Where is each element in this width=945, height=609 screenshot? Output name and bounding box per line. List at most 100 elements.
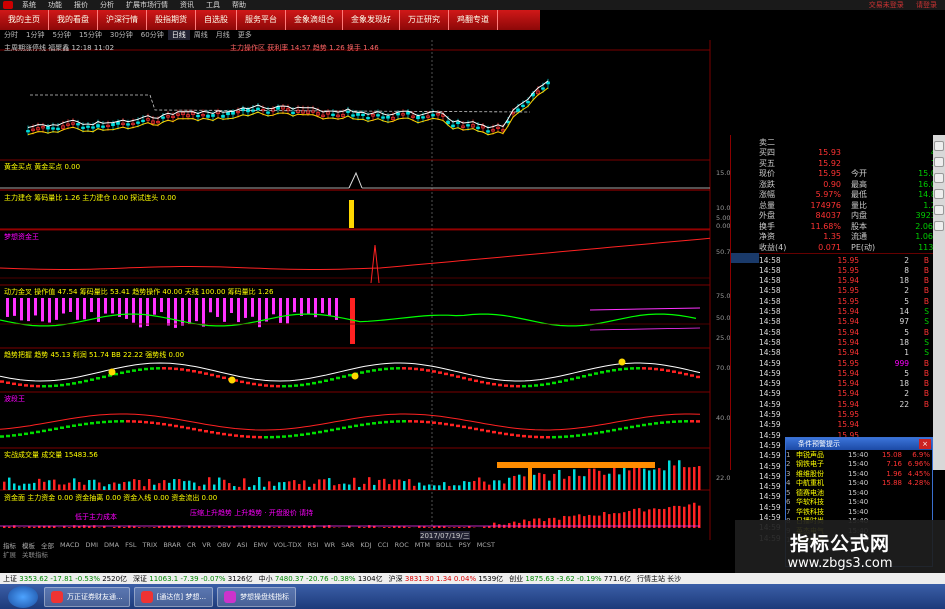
- indicator-tab[interactable]: ASI: [234, 541, 251, 549]
- tick-cell: 18: [899, 337, 909, 347]
- menu-ext-market[interactable]: 扩展市场行情: [120, 0, 174, 10]
- momentum-bar: [167, 298, 170, 326]
- index-quote[interactable]: 深证 11063.1 -7.39 -0.07% 3126亿: [130, 574, 256, 584]
- indicator-tab[interactable]: MTM: [412, 541, 433, 549]
- tick-cell: 18: [899, 379, 909, 389]
- toolbar-button-icon[interactable]: [934, 141, 944, 151]
- indicator-tab[interactable]: VOL-TDX: [271, 541, 305, 549]
- volume-bar: [13, 483, 16, 490]
- menu-system[interactable]: 系统: [16, 0, 42, 10]
- toolbar-button-icon[interactable]: [934, 157, 944, 167]
- index-quote[interactable]: 创业 1875.63 -3.62 -0.19% 771.6亿: [506, 574, 634, 584]
- indicator-tab[interactable]: BOLL: [433, 541, 456, 549]
- candle-body: [101, 125, 105, 128]
- band-step: [84, 422, 88, 426]
- indicator-tab[interactable]: CCI: [375, 541, 392, 549]
- toolbar-button-icon[interactable]: [934, 189, 944, 199]
- band-step: [180, 425, 184, 429]
- tab-market[interactable]: 沪深行情: [98, 10, 147, 30]
- tab-futures[interactable]: 股指期货: [147, 10, 196, 30]
- indicator-tab[interactable]: KDJ: [357, 541, 374, 549]
- indicator-tab[interactable]: WR: [321, 541, 338, 549]
- trend-step: [468, 378, 472, 381]
- indicator-tab[interactable]: VR: [199, 541, 214, 549]
- menu-help[interactable]: 帮助: [226, 0, 252, 10]
- trend-step: [66, 383, 70, 386]
- indicator-tab[interactable]: OBV: [214, 541, 234, 549]
- period-5m[interactable]: 5分钟: [48, 30, 74, 40]
- start-button-icon[interactable]: [8, 585, 38, 608]
- tab-discover[interactable]: 金象发现好: [343, 10, 400, 30]
- extension-tab[interactable]: 扩展: [0, 549, 19, 559]
- menu-tools[interactable]: 工具: [200, 0, 226, 10]
- band-step: [684, 420, 688, 423]
- trend-step: [12, 382, 16, 386]
- taskbar-item[interactable]: 梦想操盘线指标: [217, 586, 297, 607]
- quote-cell: 股本: [851, 221, 867, 231]
- tab-portfolio[interactable]: 金象滴组合: [286, 10, 343, 30]
- popup-row[interactable]: 2 钢铁电子 15:40 7.16 6.96%: [786, 460, 932, 470]
- period-15m[interactable]: 15分钟: [75, 30, 106, 40]
- index-field: 1539亿: [478, 574, 504, 583]
- popup-row[interactable]: 7 华铁科技 15:40: [786, 507, 932, 517]
- indicator-tab[interactable]: DMA: [101, 541, 122, 549]
- indicator-tab[interactable]: MACD: [57, 541, 82, 549]
- period-30m[interactable]: 30分钟: [106, 30, 137, 40]
- taskbar-item[interactable]: [通达信] 梦想...: [133, 586, 214, 607]
- period-more[interactable]: 更多: [234, 30, 256, 40]
- indicator-tab[interactable]: ROC: [392, 541, 412, 549]
- period-month[interactable]: 月线: [212, 30, 234, 40]
- indicator-tab[interactable]: RSI: [305, 541, 322, 549]
- momentum-line: [589, 307, 701, 311]
- toolbar-button-icon[interactable]: [934, 221, 944, 231]
- close-icon[interactable]: ×: [919, 439, 931, 449]
- popup-row[interactable]: 6 华软科技 15:40: [786, 498, 932, 508]
- tab-special[interactable]: 鸡翻专道: [449, 10, 498, 30]
- toolbar-button-icon[interactable]: [934, 205, 944, 215]
- tab-research[interactable]: 万正研究: [400, 10, 449, 30]
- toolbar-button-icon[interactable]: [934, 173, 944, 183]
- flow-bar: [648, 509, 651, 528]
- menu-info[interactable]: 资讯: [174, 0, 200, 10]
- tab-home[interactable]: 我的主页: [0, 10, 49, 30]
- taskbar-item[interactable]: 万正证券财友通...: [44, 586, 130, 607]
- popup-titlebar[interactable]: 条件预警提示 ×: [786, 438, 932, 450]
- momentum-bar: [251, 298, 254, 317]
- indicator-tab[interactable]: SAR: [338, 541, 357, 549]
- indicator-tab[interactable]: BRAR: [160, 541, 184, 549]
- indicator-tab[interactable]: MCST: [474, 541, 498, 549]
- indicator-tab[interactable]: TRIX: [139, 541, 160, 549]
- indicator-tab[interactable]: FSL: [122, 541, 139, 549]
- popup-row[interactable]: 4 中航重机 15:40 15.88 4.28%: [786, 479, 932, 489]
- index-quote[interactable]: 上证 3353.62 -17.81 -0.53% 2520亿: [0, 574, 130, 584]
- extension-tab[interactable]: 关联指标: [19, 549, 51, 559]
- menu-quote[interactable]: 报价: [68, 0, 94, 10]
- band-step: [348, 425, 352, 429]
- popup-row[interactable]: 1 申锐声品 15:40 15.08 6.9%: [786, 450, 932, 460]
- indicator-tab[interactable]: EMV: [250, 541, 270, 549]
- band-step: [654, 422, 658, 425]
- tick-cell: 14:59: [759, 420, 781, 430]
- index-field: -7.39: [180, 574, 201, 583]
- menu-analysis[interactable]: 分析: [94, 0, 120, 10]
- period-1m[interactable]: 1分钟: [22, 30, 48, 40]
- period-tick[interactable]: 分时: [0, 30, 22, 40]
- tab-service[interactable]: 服务平台: [237, 10, 286, 30]
- login-link[interactable]: 请登录: [916, 1, 937, 9]
- menu-function[interactable]: 功能: [42, 0, 68, 10]
- right-toolbar[interactable]: [933, 135, 945, 470]
- tab-watch[interactable]: 我的看盘: [49, 10, 98, 30]
- indicator-tab[interactable]: CR: [184, 541, 199, 549]
- period-60m[interactable]: 60分钟: [137, 30, 168, 40]
- indicator-tab[interactable]: PSY: [456, 541, 474, 549]
- index-quote[interactable]: 沪深 3831.30 1.34 0.04% 1539亿: [386, 574, 507, 584]
- popup-cell: 中航重机: [796, 479, 824, 488]
- period-week[interactable]: 周线: [190, 30, 212, 40]
- indicator-tab[interactable]: DMI: [82, 541, 101, 549]
- chart-area[interactable]: 15.00 10.00 5.000.00 50.75 75.00 50.00 25.00 70…: [0, 40, 730, 541]
- popup-row[interactable]: 3 维维股份 15:40 1.96 4.45%: [786, 469, 932, 479]
- period-day[interactable]: 日线: [167, 30, 190, 40]
- tab-favorites[interactable]: 自选股: [196, 10, 237, 30]
- popup-row[interactable]: 5 德赛电池 15:40: [786, 488, 932, 498]
- index-quote[interactable]: 中小 7480.37 -20.76 -0.38% 1304亿: [256, 574, 386, 584]
